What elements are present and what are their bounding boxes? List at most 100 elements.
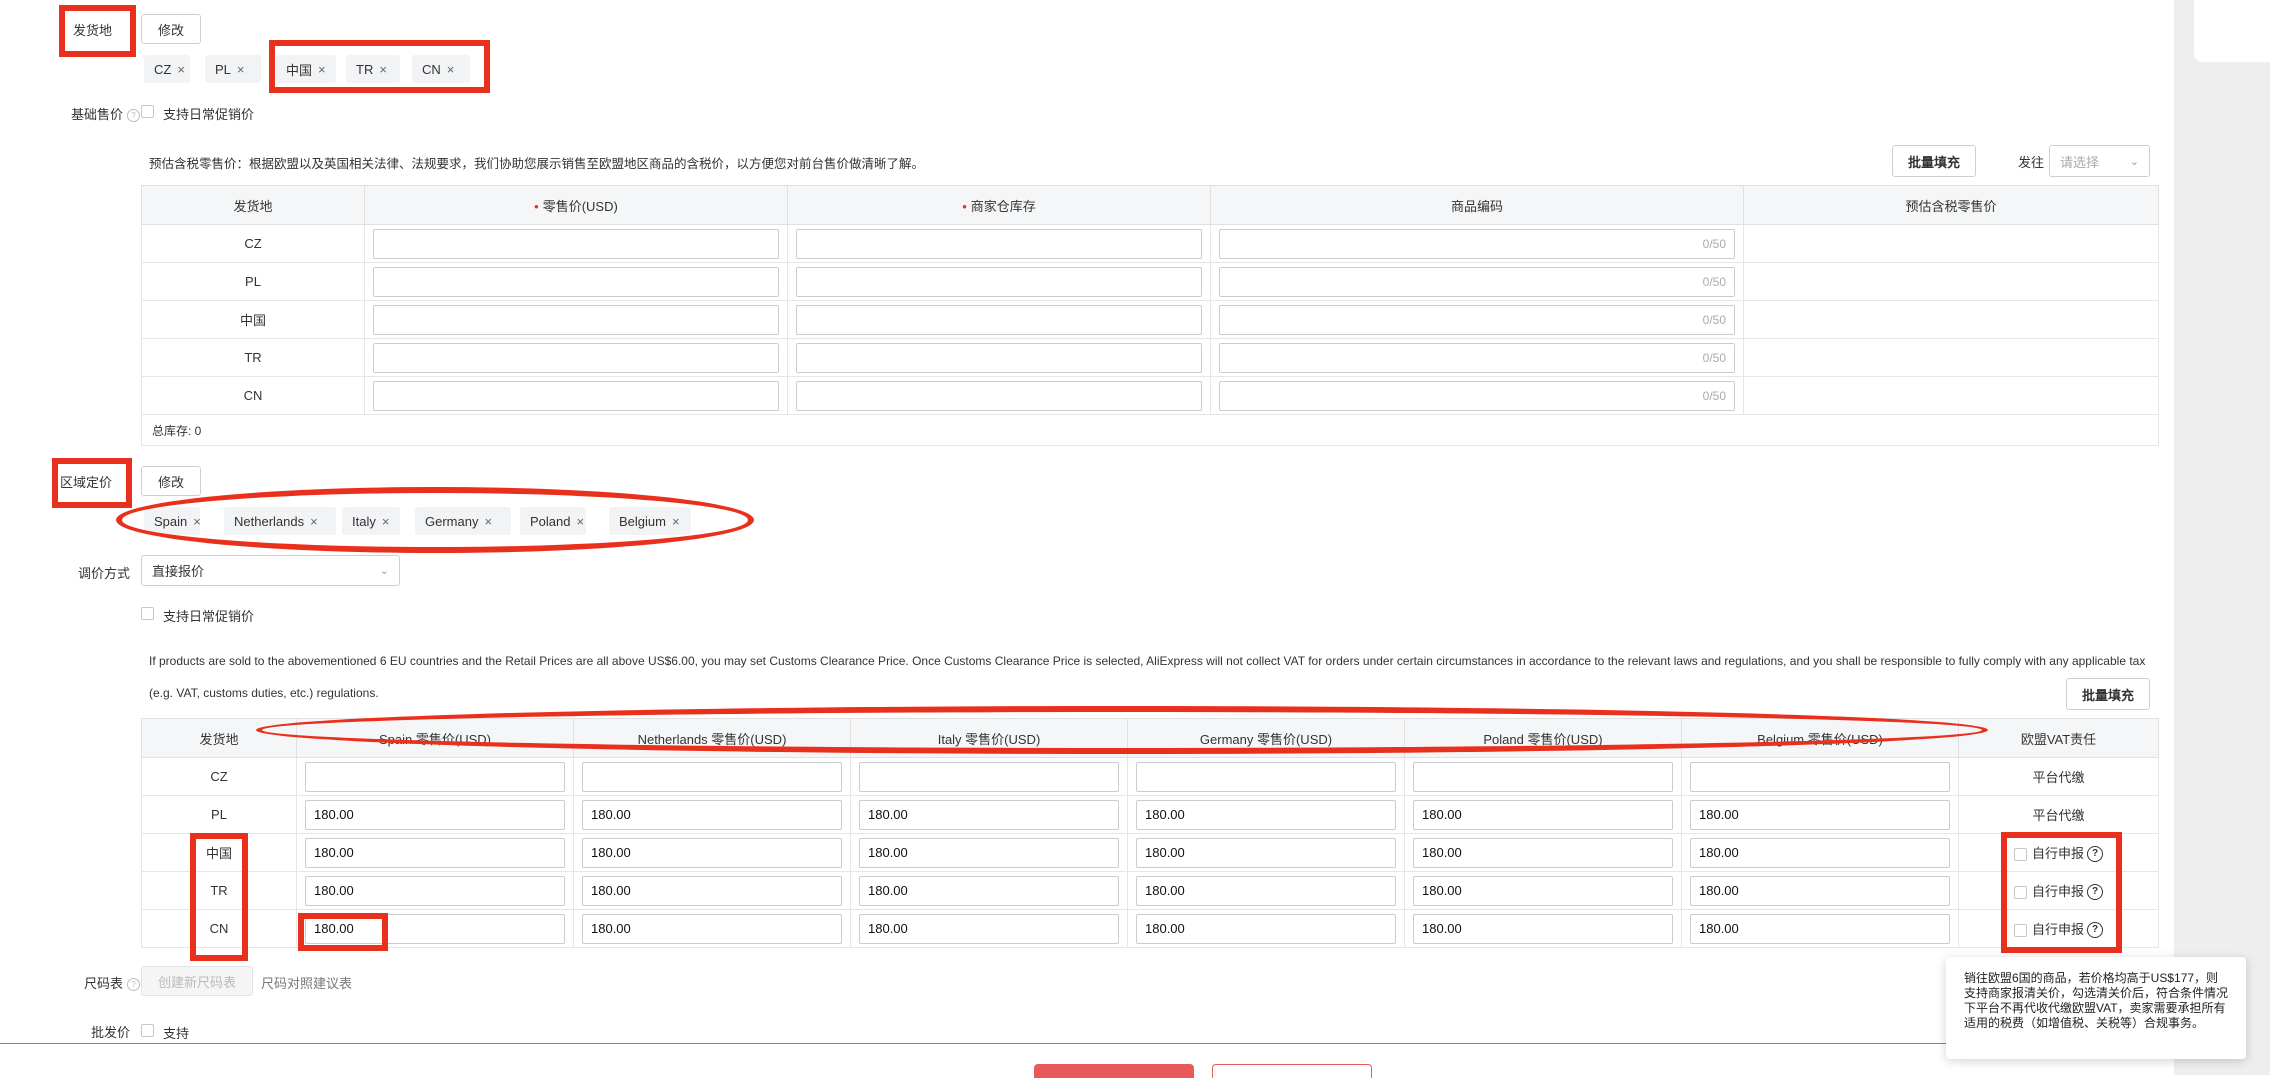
secondary-button[interactable]: [1212, 1064, 1372, 1078]
help-icon[interactable]: ?: [127, 978, 140, 992]
shipping-tag-label: CZ: [154, 61, 172, 77]
ship-to-select[interactable]: 请选择 ⌄: [2049, 145, 2150, 177]
country-price-input[interactable]: 180.00: [1690, 837, 1950, 868]
regional-promo-checkbox[interactable]: [141, 607, 154, 620]
annotation-oval-country-tags: [116, 487, 754, 553]
product-code-input[interactable]: 0/50: [1219, 266, 1735, 297]
country-price-input[interactable]: 180.00: [305, 837, 565, 868]
submit-button[interactable]: [1034, 1064, 1194, 1078]
country-price-input[interactable]: [1690, 761, 1950, 792]
annotation-box-shipping-tags: [269, 40, 490, 93]
retail-price-input[interactable]: [373, 380, 779, 411]
stock-input[interactable]: [796, 304, 1202, 335]
country-price-input[interactable]: 180.00: [1136, 837, 1396, 868]
shipping-tag[interactable]: PL ×: [205, 55, 261, 83]
retail-price-input[interactable]: [373, 304, 779, 335]
wholesale-label: 批发价: [90, 1025, 130, 1040]
country-price-input[interactable]: 180.00: [582, 913, 842, 944]
stock-input[interactable]: [796, 380, 1202, 411]
vat-tooltip: 销往欧盟6国的商品，若价格均高于US$177，则支持商家报清关价，勾选清关价后，…: [1946, 957, 2246, 1059]
retail-price-cell: [364, 300, 788, 339]
country-price-input[interactable]: 180.00: [1413, 913, 1673, 944]
price-cell: 180.00: [1404, 795, 1682, 834]
table-row: CN 0/50: [141, 376, 2159, 415]
price-cell: 180.00: [850, 871, 1128, 910]
country-price-input[interactable]: [1413, 761, 1673, 792]
stock-input[interactable]: [796, 266, 1202, 297]
size-chart-label-text: 尺码表: [83, 976, 123, 991]
shipping-from-edit-button[interactable]: 修改: [141, 14, 201, 44]
country-price-input[interactable]: 180.00: [1136, 799, 1396, 830]
price-cell: [1127, 757, 1405, 796]
country-price-input[interactable]: 180.00: [305, 799, 565, 830]
price-cell: [296, 757, 574, 796]
product-code-input[interactable]: 0/50: [1219, 228, 1735, 259]
chevron-down-icon: ⌄: [379, 565, 389, 577]
price-cell: 180.00: [1681, 909, 1959, 948]
country-price-input[interactable]: 180.00: [859, 837, 1119, 868]
product-code-input[interactable]: 0/50: [1219, 304, 1735, 335]
shipping-tag[interactable]: CZ ×: [144, 55, 190, 83]
table-row: PL 180.00 180.00 180.00 180.00 180.00 180.00 平台…: [141, 795, 2159, 834]
close-icon[interactable]: ×: [237, 62, 245, 77]
close-icon[interactable]: ×: [177, 62, 185, 77]
country-price-input[interactable]: 180.00: [1136, 913, 1396, 944]
price-cell: [1681, 757, 1959, 796]
base-price-note: 预估含税零售价：根据欧盟以及英国相关法律、法规要求，我们协助您展示销售至欧盟地区…: [149, 157, 925, 171]
country-price-input[interactable]: 180.00: [859, 799, 1119, 830]
country-price-input[interactable]: [305, 761, 565, 792]
base-promo-checkbox[interactable]: [141, 105, 154, 118]
country-price-input[interactable]: 180.00: [859, 913, 1119, 944]
retail-price-cell: [364, 224, 788, 263]
char-counter: 0/50: [1702, 388, 1726, 403]
price-cell: 180.00: [1404, 833, 1682, 872]
country-price-input[interactable]: 180.00: [1413, 799, 1673, 830]
price-cell: 180.00: [1404, 871, 1682, 910]
annotation-box-shipping-label: [59, 5, 136, 57]
country-price-input[interactable]: 180.00: [1690, 799, 1950, 830]
regional-bulk-fill-button[interactable]: 批量填充: [2066, 678, 2150, 710]
create-size-chart-button[interactable]: 创建新尺码表: [141, 966, 253, 996]
country-price-input[interactable]: 180.00: [1690, 875, 1950, 906]
country-price-input[interactable]: 180.00: [1690, 913, 1950, 944]
country-price-input[interactable]: 180.00: [1136, 875, 1396, 906]
retail-price-input[interactable]: [373, 342, 779, 373]
stock-cell: [787, 338, 1211, 377]
ship-to-placeholder: 请选择: [2060, 154, 2100, 170]
annotation-oval-country-headers: [256, 706, 1988, 754]
table-row: TR 0/50: [141, 338, 2159, 377]
origin-cell: CN: [141, 376, 365, 415]
retail-price-input[interactable]: [373, 266, 779, 297]
country-price-input[interactable]: 180.00: [859, 875, 1119, 906]
country-price-input[interactable]: [582, 761, 842, 792]
stock-input[interactable]: [796, 342, 1202, 373]
size-suggest-link[interactable]: 尺码对照建议表: [261, 973, 352, 992]
col-retail-price-text: 零售价(USD): [542, 198, 618, 214]
product-code-input[interactable]: 0/50: [1219, 380, 1735, 411]
annotation-box-origin-column: [190, 833, 248, 961]
country-price-input[interactable]: 180.00: [1413, 837, 1673, 868]
regional-edit-button[interactable]: 修改: [141, 466, 201, 496]
country-price-input[interactable]: [1136, 761, 1396, 792]
code-cell: 0/50: [1210, 376, 1744, 415]
col-origin: 发货地: [141, 185, 365, 225]
retail-price-input[interactable]: [373, 228, 779, 259]
col-retail-price: • 零售价(USD): [364, 185, 788, 225]
vat-cell: 平台代缴: [1958, 757, 2159, 796]
base-bulk-fill-button[interactable]: 批量填充: [1892, 145, 1976, 177]
country-price-input[interactable]: 180.00: [1413, 875, 1673, 906]
country-price-input[interactable]: 180.00: [305, 875, 565, 906]
country-price-input[interactable]: 180.00: [582, 875, 842, 906]
est-price-cell: [1743, 224, 2159, 263]
country-price-input[interactable]: 180.00: [582, 799, 842, 830]
help-icon[interactable]: ?: [127, 109, 140, 123]
stock-input[interactable]: [796, 228, 1202, 259]
annotation-box-regional-label: [52, 458, 132, 508]
adjust-method-select[interactable]: 直接报价 ⌄: [141, 555, 400, 586]
wholesale-checkbox[interactable]: [141, 1024, 154, 1037]
product-code-input[interactable]: 0/50: [1219, 342, 1735, 373]
country-price-input[interactable]: 180.00: [582, 837, 842, 868]
base-promo-label: 支持日常促销价: [163, 107, 255, 122]
price-cell: 180.00: [1681, 871, 1959, 910]
country-price-input[interactable]: [859, 761, 1119, 792]
